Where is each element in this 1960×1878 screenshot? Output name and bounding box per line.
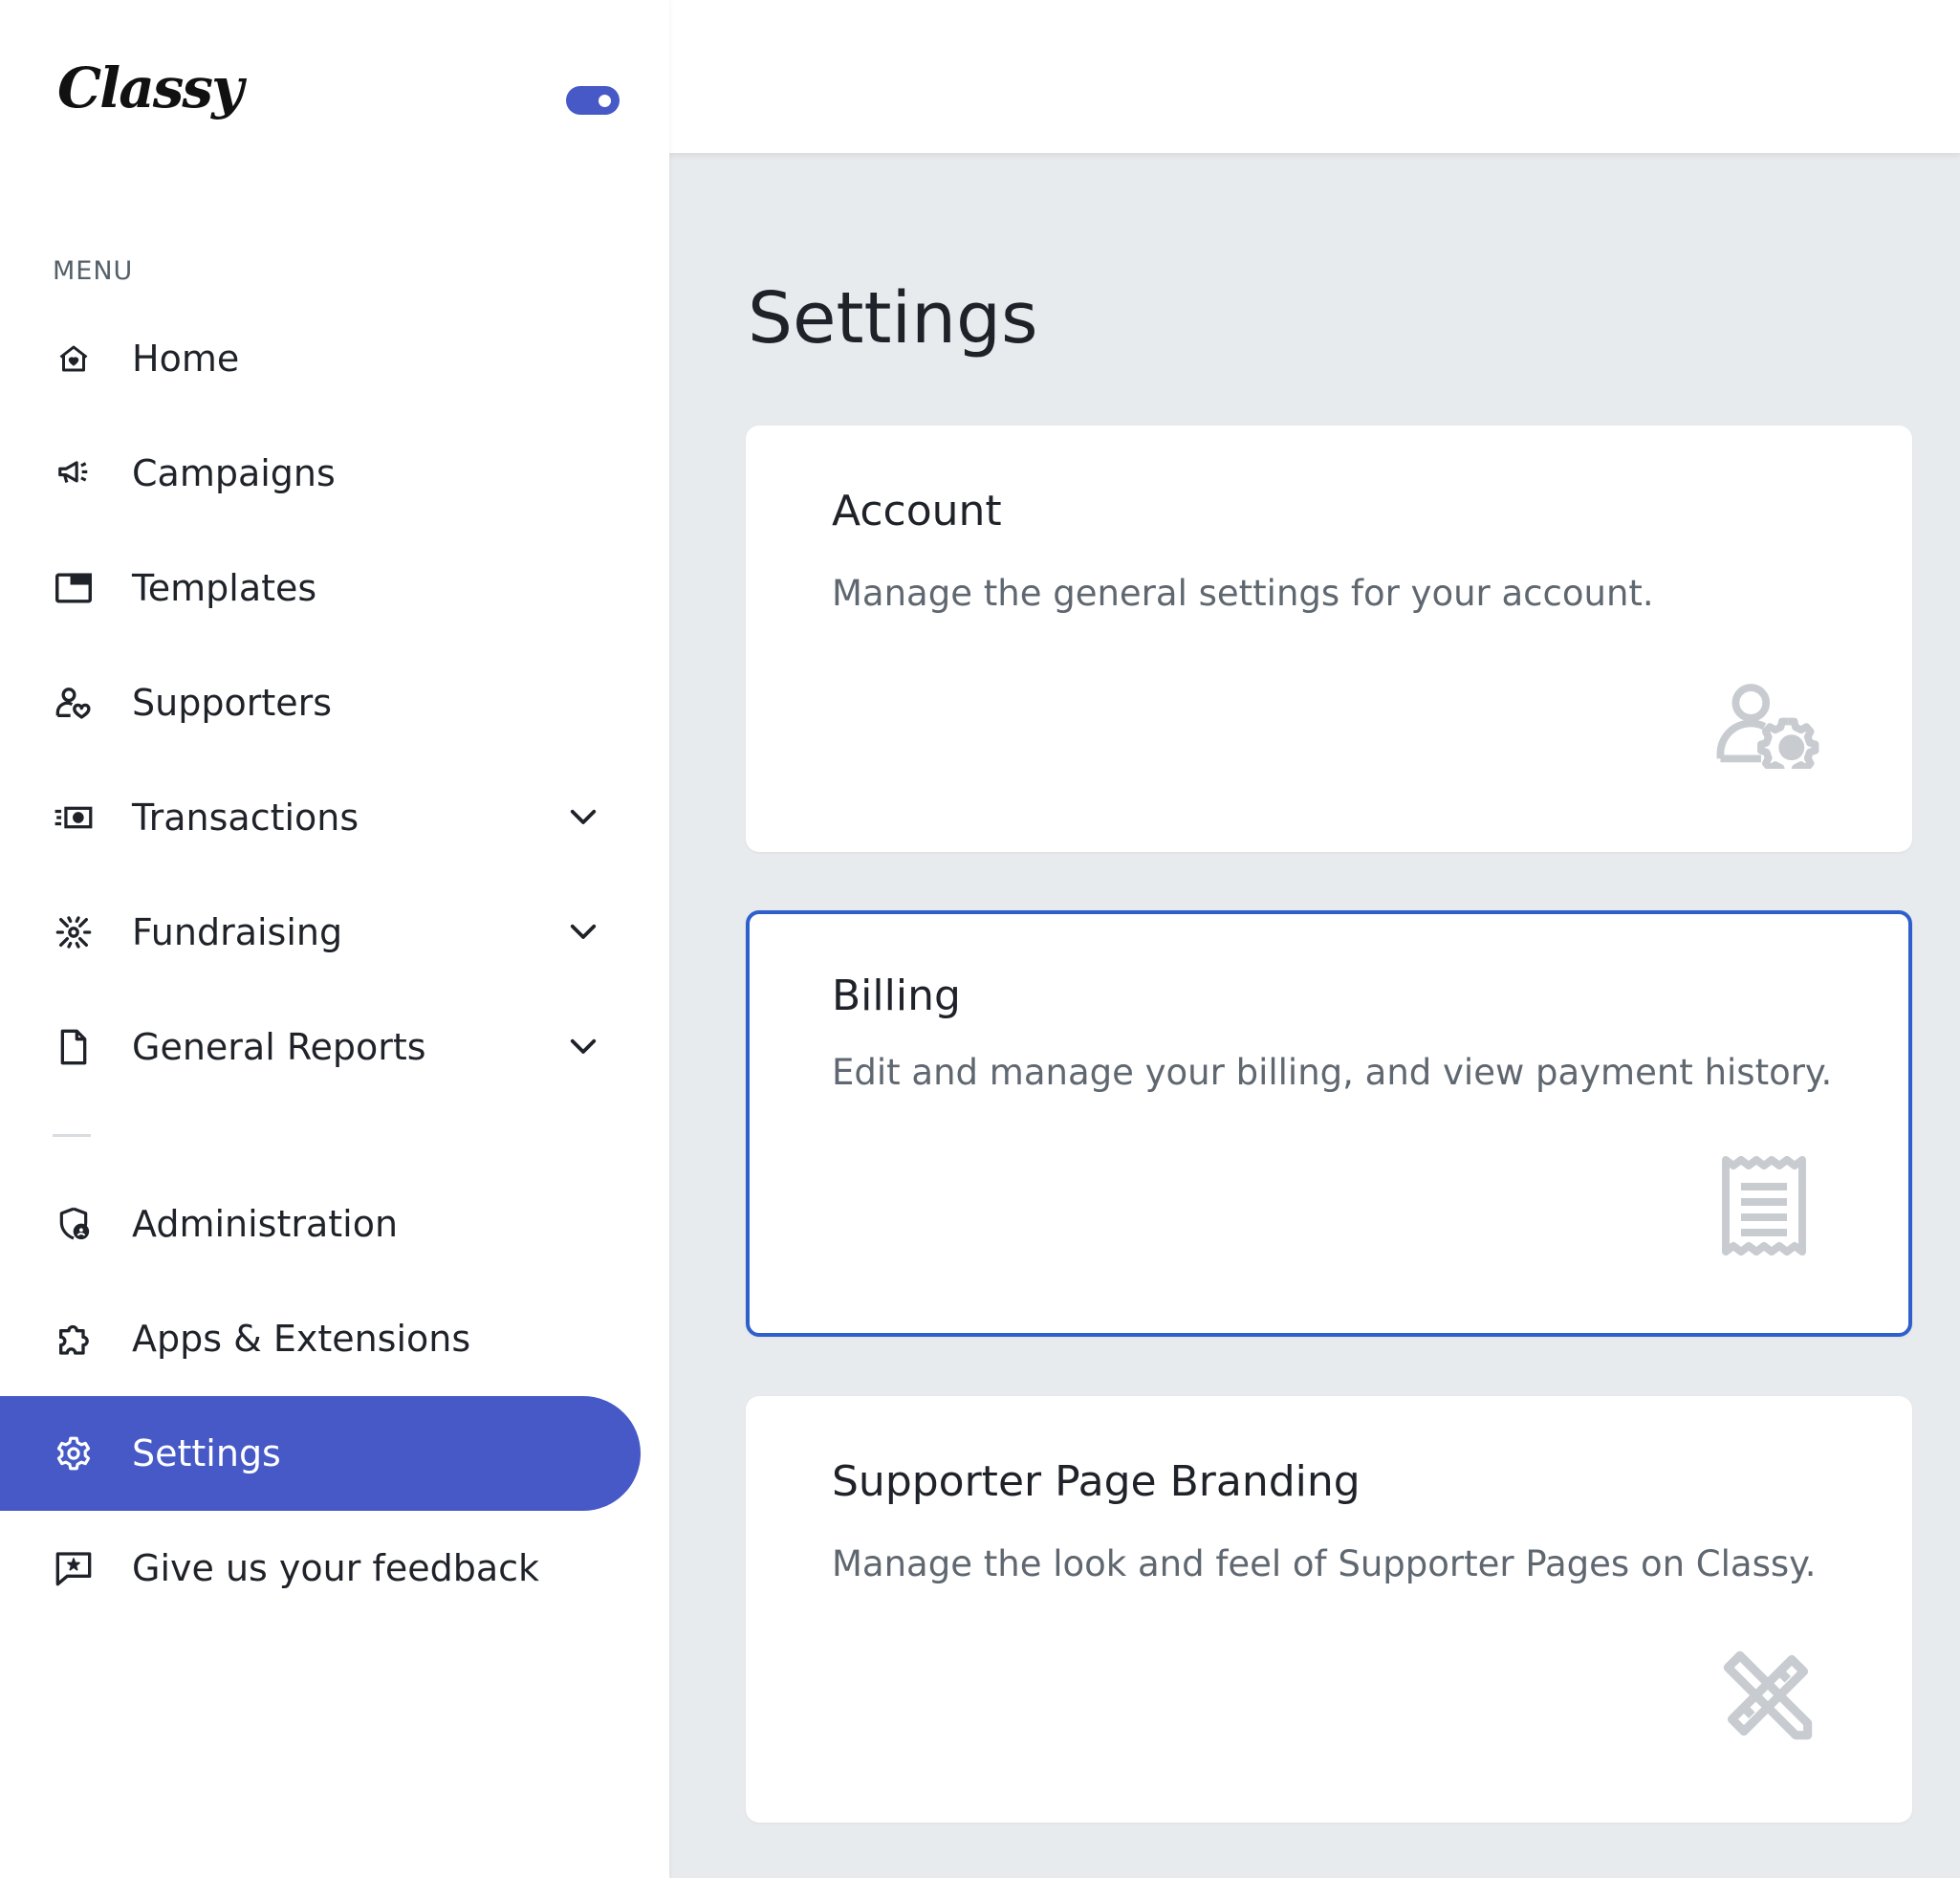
sidebar-item-home[interactable]: Home [0, 301, 641, 416]
sidebar-item-general-reports[interactable]: General Reports [0, 990, 641, 1104]
sidebar-toggle[interactable] [566, 86, 620, 115]
sidebar-item-feedback[interactable]: Give us your feedback [0, 1511, 641, 1626]
sidebar-item-transactions[interactable]: Transactions [0, 760, 641, 875]
card-title: Account [832, 487, 1002, 535]
supporter-heart-icon [54, 683, 94, 723]
main-content: Settings Account Manage the general sett… [669, 153, 1960, 1878]
sidebar-item-apps-extensions[interactable]: Apps & Extensions [0, 1281, 641, 1396]
sidebar: Classy MENU Home Campaigns Templates Sup… [0, 0, 669, 1878]
sidebar-item-label: Apps & Extensions [132, 1318, 471, 1360]
sidebar-item-supporters[interactable]: Supporters [0, 645, 641, 760]
sidebar-item-label: General Reports [132, 1026, 426, 1068]
home-icon [54, 338, 94, 379]
top-bar [669, 0, 1960, 153]
sidebar-item-administration[interactable]: Administration [0, 1167, 641, 1281]
user-settings-icon [1715, 672, 1820, 777]
sidebar-item-label: Fundraising [132, 911, 343, 953]
sidebar-item-campaigns[interactable]: Campaigns [0, 416, 641, 531]
sidebar-item-fundraising[interactable]: Fundraising [0, 875, 641, 990]
sidebar-item-label: Give us your feedback [132, 1547, 539, 1589]
settings-card-supporter-page-branding[interactable]: Supporter Page Branding Manage the look … [746, 1396, 1912, 1823]
sidebar-item-label: Administration [132, 1203, 399, 1245]
sidebar-item-label: Home [132, 338, 240, 380]
megaphone-icon [54, 453, 94, 493]
window-icon [54, 568, 94, 608]
sparkle-icon [54, 912, 94, 952]
sidebar-item-settings[interactable]: Settings [0, 1396, 641, 1511]
app-root: Classy MENU Home Campaigns Templates Sup… [0, 0, 1960, 1878]
cash-icon [54, 797, 94, 838]
card-title: Billing [832, 972, 961, 1020]
settings-card-billing[interactable]: Billing Edit and manage your billing, an… [746, 910, 1912, 1337]
card-description: Manage the general settings for your acc… [832, 573, 1654, 614]
receipt-icon [1711, 1153, 1817, 1258]
sidebar-item-label: Supporters [132, 682, 333, 724]
menu-label: MENU [53, 256, 134, 286]
feedback-icon [54, 1548, 94, 1588]
document-icon [54, 1027, 94, 1067]
card-title: Supporter Page Branding [832, 1457, 1361, 1506]
card-description: Edit and manage your billing, and view p… [832, 1052, 1833, 1093]
sidebar-item-label: Settings [132, 1432, 281, 1474]
chevron-down-icon[interactable] [564, 913, 602, 951]
puzzle-icon [54, 1319, 94, 1359]
chevron-down-icon[interactable] [564, 798, 602, 837]
sidebar-item-label: Templates [132, 567, 317, 609]
classy-logo[interactable]: Classy [57, 55, 244, 120]
chevron-down-icon[interactable] [564, 1028, 602, 1066]
toggle-knob [599, 95, 611, 107]
sidebar-item-templates[interactable]: Templates [0, 531, 641, 645]
design-tools-icon [1715, 1643, 1820, 1748]
shield-user-icon [54, 1204, 94, 1244]
sidebar-item-label: Transactions [132, 797, 359, 839]
sidebar-item-label: Campaigns [132, 452, 336, 494]
page-title: Settings [748, 277, 1038, 360]
gear-icon [54, 1433, 94, 1474]
settings-card-account[interactable]: Account Manage the general settings for … [746, 426, 1912, 852]
card-description: Manage the look and feel of Supporter Pa… [832, 1543, 1817, 1584]
sidebar-divider [53, 1134, 91, 1137]
